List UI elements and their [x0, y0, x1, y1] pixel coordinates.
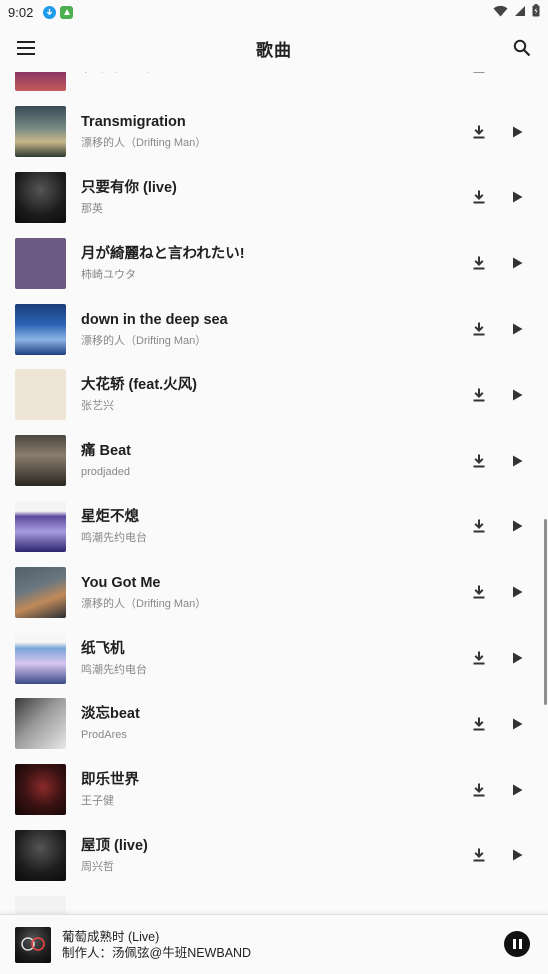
now-playing-bar[interactable]: 葡萄成熟时 (Live) 制作人：汤佩弦@牛班NEWBAND — [0, 914, 548, 974]
pause-button[interactable] — [504, 931, 530, 957]
song-row-9[interactable]: 纸飞机 鸣潮先约电台 — [0, 625, 548, 691]
download-icon[interactable] — [470, 452, 488, 470]
battery-icon — [532, 4, 540, 20]
now-playing-info: 葡萄成熟时 (Live) 制作人：汤佩弦@牛班NEWBAND — [62, 929, 251, 961]
song-list: ryo (supercell) Transmigration 漂移的人（Drif… — [0, 72, 548, 914]
download-icon[interactable] — [470, 781, 488, 799]
album-cover — [15, 566, 66, 618]
play-icon[interactable] — [508, 123, 526, 141]
song-row-8[interactable]: You Got Me 漂移的人（Drifting Man） — [0, 559, 548, 625]
song-row-5[interactable]: 大花轿 (feat.火风) 张艺兴 — [0, 362, 548, 428]
album-cover — [15, 698, 66, 750]
song-row-1[interactable]: Transmigration 漂移的人（Drifting Man） — [0, 99, 548, 165]
song-row-12[interactable]: 屋顶 (live) 周兴哲 — [0, 823, 548, 889]
download-icon[interactable] — [470, 320, 488, 338]
album-cover — [15, 237, 66, 289]
song-row-2[interactable]: 只要有你 (live) 那英 — [0, 165, 548, 231]
album-cover — [15, 106, 66, 158]
app-bar: 歌曲 — [0, 24, 548, 72]
album-cover — [15, 500, 66, 552]
search-icon[interactable] — [510, 36, 534, 60]
status-time: 9:02 — [8, 4, 34, 20]
pause-icon — [512, 939, 516, 949]
now-playing-artist: 制作人：汤佩弦@牛班NEWBAND — [62, 945, 252, 960]
album-cover — [15, 632, 66, 684]
play-icon[interactable] — [508, 320, 526, 338]
download-icon[interactable] — [470, 188, 488, 206]
song-row-7[interactable]: 星炬不熄 鸣潮先约电台 — [0, 494, 548, 560]
download-icon[interactable] — [470, 583, 488, 601]
play-icon[interactable] — [508, 715, 526, 733]
play-icon[interactable] — [508, 386, 526, 404]
download-icon[interactable] — [470, 715, 488, 733]
song-row-13[interactable]: HYPNOTIZE — [0, 888, 548, 914]
status-bar: 9:02 — [0, 0, 548, 24]
now-playing-cover — [15, 926, 51, 963]
song-row-4[interactable]: down in the deep sea 漂移的人（Drifting Man） — [0, 296, 548, 362]
play-icon[interactable] — [508, 781, 526, 799]
download-icon[interactable] — [470, 123, 488, 141]
album-cover — [15, 435, 66, 487]
song-row-3[interactable]: 月が綺麗ねと言われたい! 柿崎ユウタ — [0, 230, 548, 296]
download-notification-icon — [43, 5, 57, 19]
play-icon[interactable] — [508, 517, 526, 535]
album-cover — [15, 303, 66, 355]
album-cover — [15, 895, 66, 914]
play-icon[interactable] — [508, 72, 526, 75]
album-cover — [15, 764, 66, 816]
play-icon[interactable] — [508, 583, 526, 601]
play-icon[interactable] — [508, 846, 526, 864]
play-icon[interactable] — [508, 188, 526, 206]
play-icon[interactable] — [508, 452, 526, 470]
wifi-icon — [493, 5, 508, 20]
play-icon[interactable] — [508, 254, 526, 272]
album-cover — [15, 829, 66, 881]
scrollbar[interactable] — [544, 519, 547, 705]
download-icon[interactable] — [470, 846, 488, 864]
song-row-11[interactable]: 即乐世界 王子健 — [0, 757, 548, 823]
download-icon[interactable] — [470, 517, 488, 535]
song-row-10[interactable]: 淡忘beat ProdAres — [0, 691, 548, 757]
download-icon[interactable] — [470, 254, 488, 272]
download-icon[interactable] — [470, 72, 488, 75]
signal-icon — [514, 5, 526, 20]
download-icon[interactable] — [470, 386, 488, 404]
album-cover — [15, 369, 66, 421]
song-list-viewport[interactable]: ryo (supercell) Transmigration 漂移的人（Drif… — [0, 72, 548, 914]
song-row-6[interactable]: 痛 Beat prodjaded — [0, 428, 548, 494]
page-title: 歌曲 — [256, 40, 292, 60]
song-row-0[interactable]: ryo (supercell) — [0, 72, 548, 99]
now-playing-title: 葡萄成熟时 (Live) — [62, 929, 160, 944]
play-icon[interactable] — [508, 649, 526, 667]
hamburger-menu-icon[interactable] — [14, 36, 38, 60]
album-cover — [15, 171, 66, 223]
download-icon[interactable] — [470, 649, 488, 667]
app-notification-icon — [60, 5, 74, 19]
album-cover — [15, 72, 66, 92]
